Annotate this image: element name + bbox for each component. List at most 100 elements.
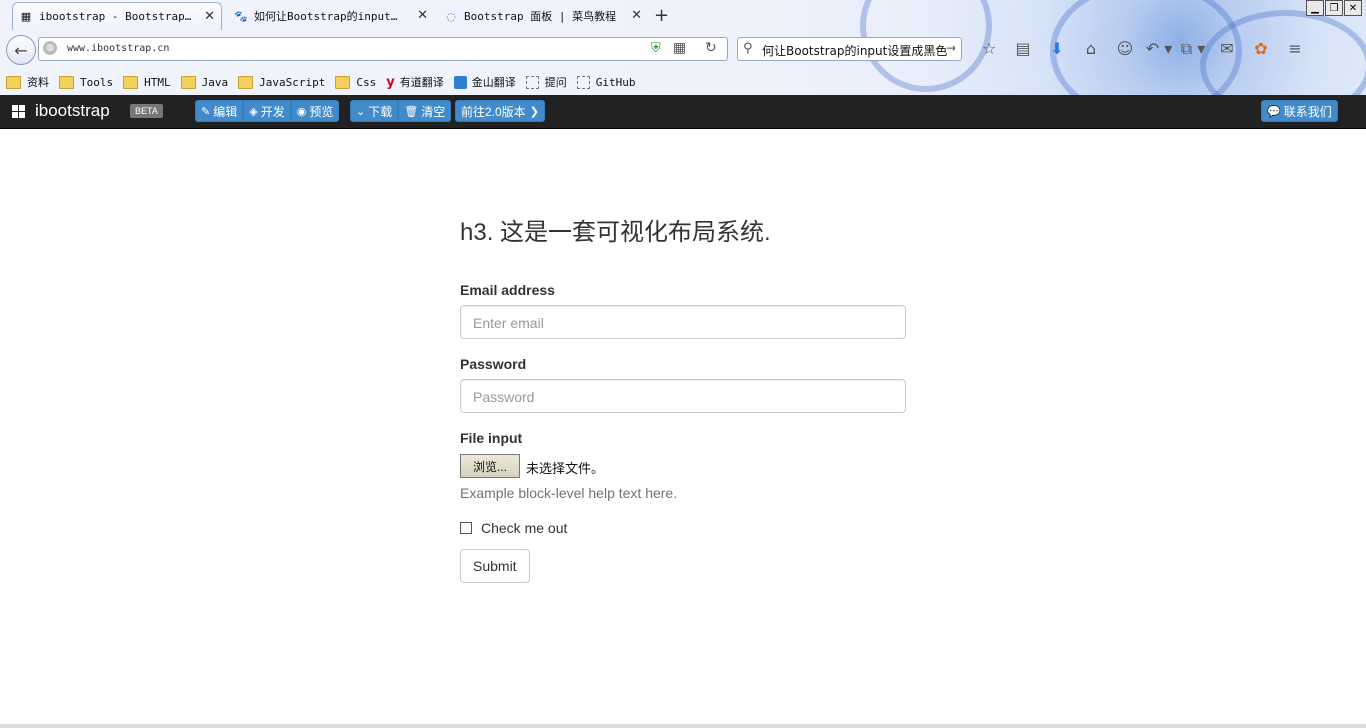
bookmark-folder-tools[interactable]: Tools — [59, 75, 113, 89]
folder-icon — [238, 75, 254, 89]
develop-button[interactable]: ◈ 开发 — [243, 100, 291, 122]
chat-icon[interactable]: ☺ — [1108, 39, 1142, 59]
browse-file-button[interactable]: 浏览... — [460, 454, 520, 478]
bookmark-folder-ziliao[interactable]: 资料 — [6, 74, 49, 90]
chevron-down-icon: ⌄ — [356, 105, 366, 118]
contact-button[interactable]: 💬 联系我们 — [1261, 100, 1338, 122]
close-window-icon[interactable]: ✕ — [1344, 0, 1362, 16]
status-bar — [0, 724, 1366, 728]
comment-icon: 💬 — [1267, 105, 1281, 118]
edit-icon: ✎ — [201, 105, 211, 118]
bookmark-folder-css[interactable]: Css — [335, 75, 377, 89]
bookmark-label: JavaScript — [259, 75, 326, 89]
tab-question[interactable]: 🐾 如何让Bootstrap的input… ✕ — [228, 2, 434, 30]
tab-label: ibootstrap - Bootstrap… — [39, 10, 192, 23]
search-go-icon[interactable]: → — [946, 41, 956, 55]
bookmark-folder-html[interactable]: HTML — [123, 75, 171, 89]
bookmark-label: 金山翻译 — [471, 76, 516, 89]
bookmark-tiwen[interactable]: 提问 — [525, 74, 567, 90]
file-input-label: File input — [460, 430, 523, 446]
checkbox-label: Check me out — [481, 520, 568, 536]
restore-icon[interactable]: ❐ — [1325, 0, 1343, 16]
password-field[interactable]: Password — [460, 379, 906, 413]
clear-label: 清空 — [421, 104, 446, 119]
download-icon[interactable]: ⬇ — [1040, 39, 1074, 59]
windows-logo-icon — [12, 104, 25, 118]
close-icon[interactable]: ✕ — [204, 9, 215, 24]
bookmarks-bar: 资料 Tools HTML Java JavaScript Css y 有道翻译 … — [0, 70, 1366, 94]
bookmark-label: GitHub — [595, 75, 636, 89]
preview-label: 预览 — [309, 104, 334, 119]
version-button-group: 前往2.0版本 ❯ — [455, 100, 545, 122]
page-heading: h3. 这是一套可视化布局系统. — [460, 219, 771, 246]
tab-bar: ▦ ibootstrap - Bootstrap… ✕ 🐾 如何让Bootstr… — [0, 0, 1366, 32]
contact-button-group: 💬 联系我们 — [1261, 100, 1338, 122]
bookmark-label: Java — [201, 75, 229, 89]
search-icon: ⚲ — [743, 41, 753, 56]
checkbox-row[interactable]: Check me out — [460, 520, 567, 536]
email-placeholder: Enter email — [473, 315, 544, 331]
url-text: www.ibootstrap.cn — [67, 43, 170, 54]
bookmark-label: Css — [356, 75, 377, 89]
bookmark-label: 资料 — [27, 76, 49, 89]
reload-icon[interactable]: ↻ — [705, 40, 717, 56]
menu-icon[interactable]: ≡ — [1278, 39, 1312, 59]
bookmark-github[interactable]: GitHub — [576, 75, 636, 89]
tab-runoob[interactable]: ◌ Bootstrap 面板 | 菜鸟教程 ✕ — [438, 2, 648, 30]
download-button[interactable]: ⌄ 下载 — [350, 100, 399, 122]
brand[interactable]: ibootstrap — [12, 101, 110, 121]
globe-icon: ◍ — [43, 41, 57, 55]
qr-code-icon[interactable]: ▦ — [673, 40, 686, 56]
grid-favicon: ▦ — [20, 10, 32, 23]
shield-icon[interactable]: ⛨ — [651, 41, 661, 56]
folder-icon — [335, 75, 351, 89]
bookmark-folder-java[interactable]: Java — [180, 75, 229, 89]
toolbar-icons: ☆ ▤ ⬇ ⌂ ☺ ↶ ▾ ⧉ ▾ ✉ ✿ ≡ — [972, 39, 1312, 59]
minimize-icon[interactable]: ▁ — [1306, 0, 1324, 16]
chevron-right-icon: ❯ — [529, 105, 539, 118]
url-bar[interactable]: ◍ www.ibootstrap.cn ⛨ ▦ ↻ — [38, 37, 728, 61]
preview-button[interactable]: ◉ 预览 — [290, 100, 340, 122]
bookmark-label: 有道翻译 — [399, 76, 444, 89]
new-tab-button[interactable]: + — [654, 5, 669, 26]
tab-label: 如何让Bootstrap的input… — [254, 10, 398, 23]
bookmark-jinshan[interactable]: 金山翻译 — [453, 74, 516, 90]
email-label: Email address — [460, 282, 555, 298]
edit-button[interactable]: ✎ 编辑 — [195, 100, 244, 122]
eye-slash-icon: ◈ — [249, 105, 258, 118]
beta-badge: BETA — [130, 104, 163, 118]
contact-label: 联系我们 — [1283, 104, 1332, 119]
navigation-toolbar: ← ◍ www.ibootstrap.cn ⛨ ▦ ↻ ⚲ 何让Bootstra… — [0, 33, 1366, 67]
back-button[interactable]: ← — [6, 35, 36, 65]
mode-button-group: ✎ 编辑 ◈ 开发 ◉ 预览 — [195, 100, 340, 122]
close-icon[interactable]: ✕ — [417, 8, 428, 23]
email-field[interactable]: Enter email — [460, 305, 906, 339]
home-icon[interactable]: ⌂ — [1074, 39, 1108, 59]
eye-icon: ◉ — [296, 105, 307, 118]
clear-button[interactable]: 🗑 清空 — [398, 100, 452, 122]
bookmark-youdao[interactable]: y 有道翻译 — [386, 74, 443, 90]
goto-v2-label: 前往2.0版本 — [461, 104, 526, 119]
browser-chrome: ▦ ibootstrap - Bootstrap… ✕ 🐾 如何让Bootstr… — [0, 0, 1366, 95]
submit-button[interactable]: Submit — [460, 549, 530, 583]
password-placeholder: Password — [473, 389, 535, 405]
goto-v2-button[interactable]: 前往2.0版本 ❯ — [455, 100, 545, 122]
page-icon — [525, 75, 539, 89]
action-button-group: ⌄ 下载 🗑 清空 — [350, 100, 452, 122]
bookmark-folder-javascript[interactable]: JavaScript — [238, 75, 326, 89]
close-icon[interactable]: ✕ — [631, 8, 642, 23]
download-label: 下载 — [368, 104, 393, 119]
comment-icon[interactable]: ✉ — [1210, 39, 1244, 59]
trash-icon: 🗑 — [404, 105, 419, 118]
app-navbar: ibootstrap BETA ✎ 编辑 ◈ 开发 ◉ 预览 ⌄ 下载 🗑 清空 前往2.… — [0, 95, 1366, 129]
loading-spinner-icon: ◌ — [446, 9, 456, 23]
star-icon[interactable]: ☆ — [972, 39, 1006, 59]
check-me-out-checkbox[interactable] — [460, 522, 472, 534]
undo-icon[interactable]: ↶ ▾ — [1142, 39, 1176, 59]
search-input[interactable]: ⚲ 何让Bootstrap的input设置成黑色 → — [737, 37, 962, 61]
fox-icon[interactable]: ✿ — [1244, 39, 1278, 59]
tab-ibootstrap[interactable]: ▦ ibootstrap - Bootstrap… ✕ — [12, 2, 222, 30]
crop-icon[interactable]: ⧉ ▾ — [1176, 39, 1210, 59]
folder-icon — [6, 75, 21, 89]
reading-list-icon[interactable]: ▤ — [1006, 39, 1040, 59]
